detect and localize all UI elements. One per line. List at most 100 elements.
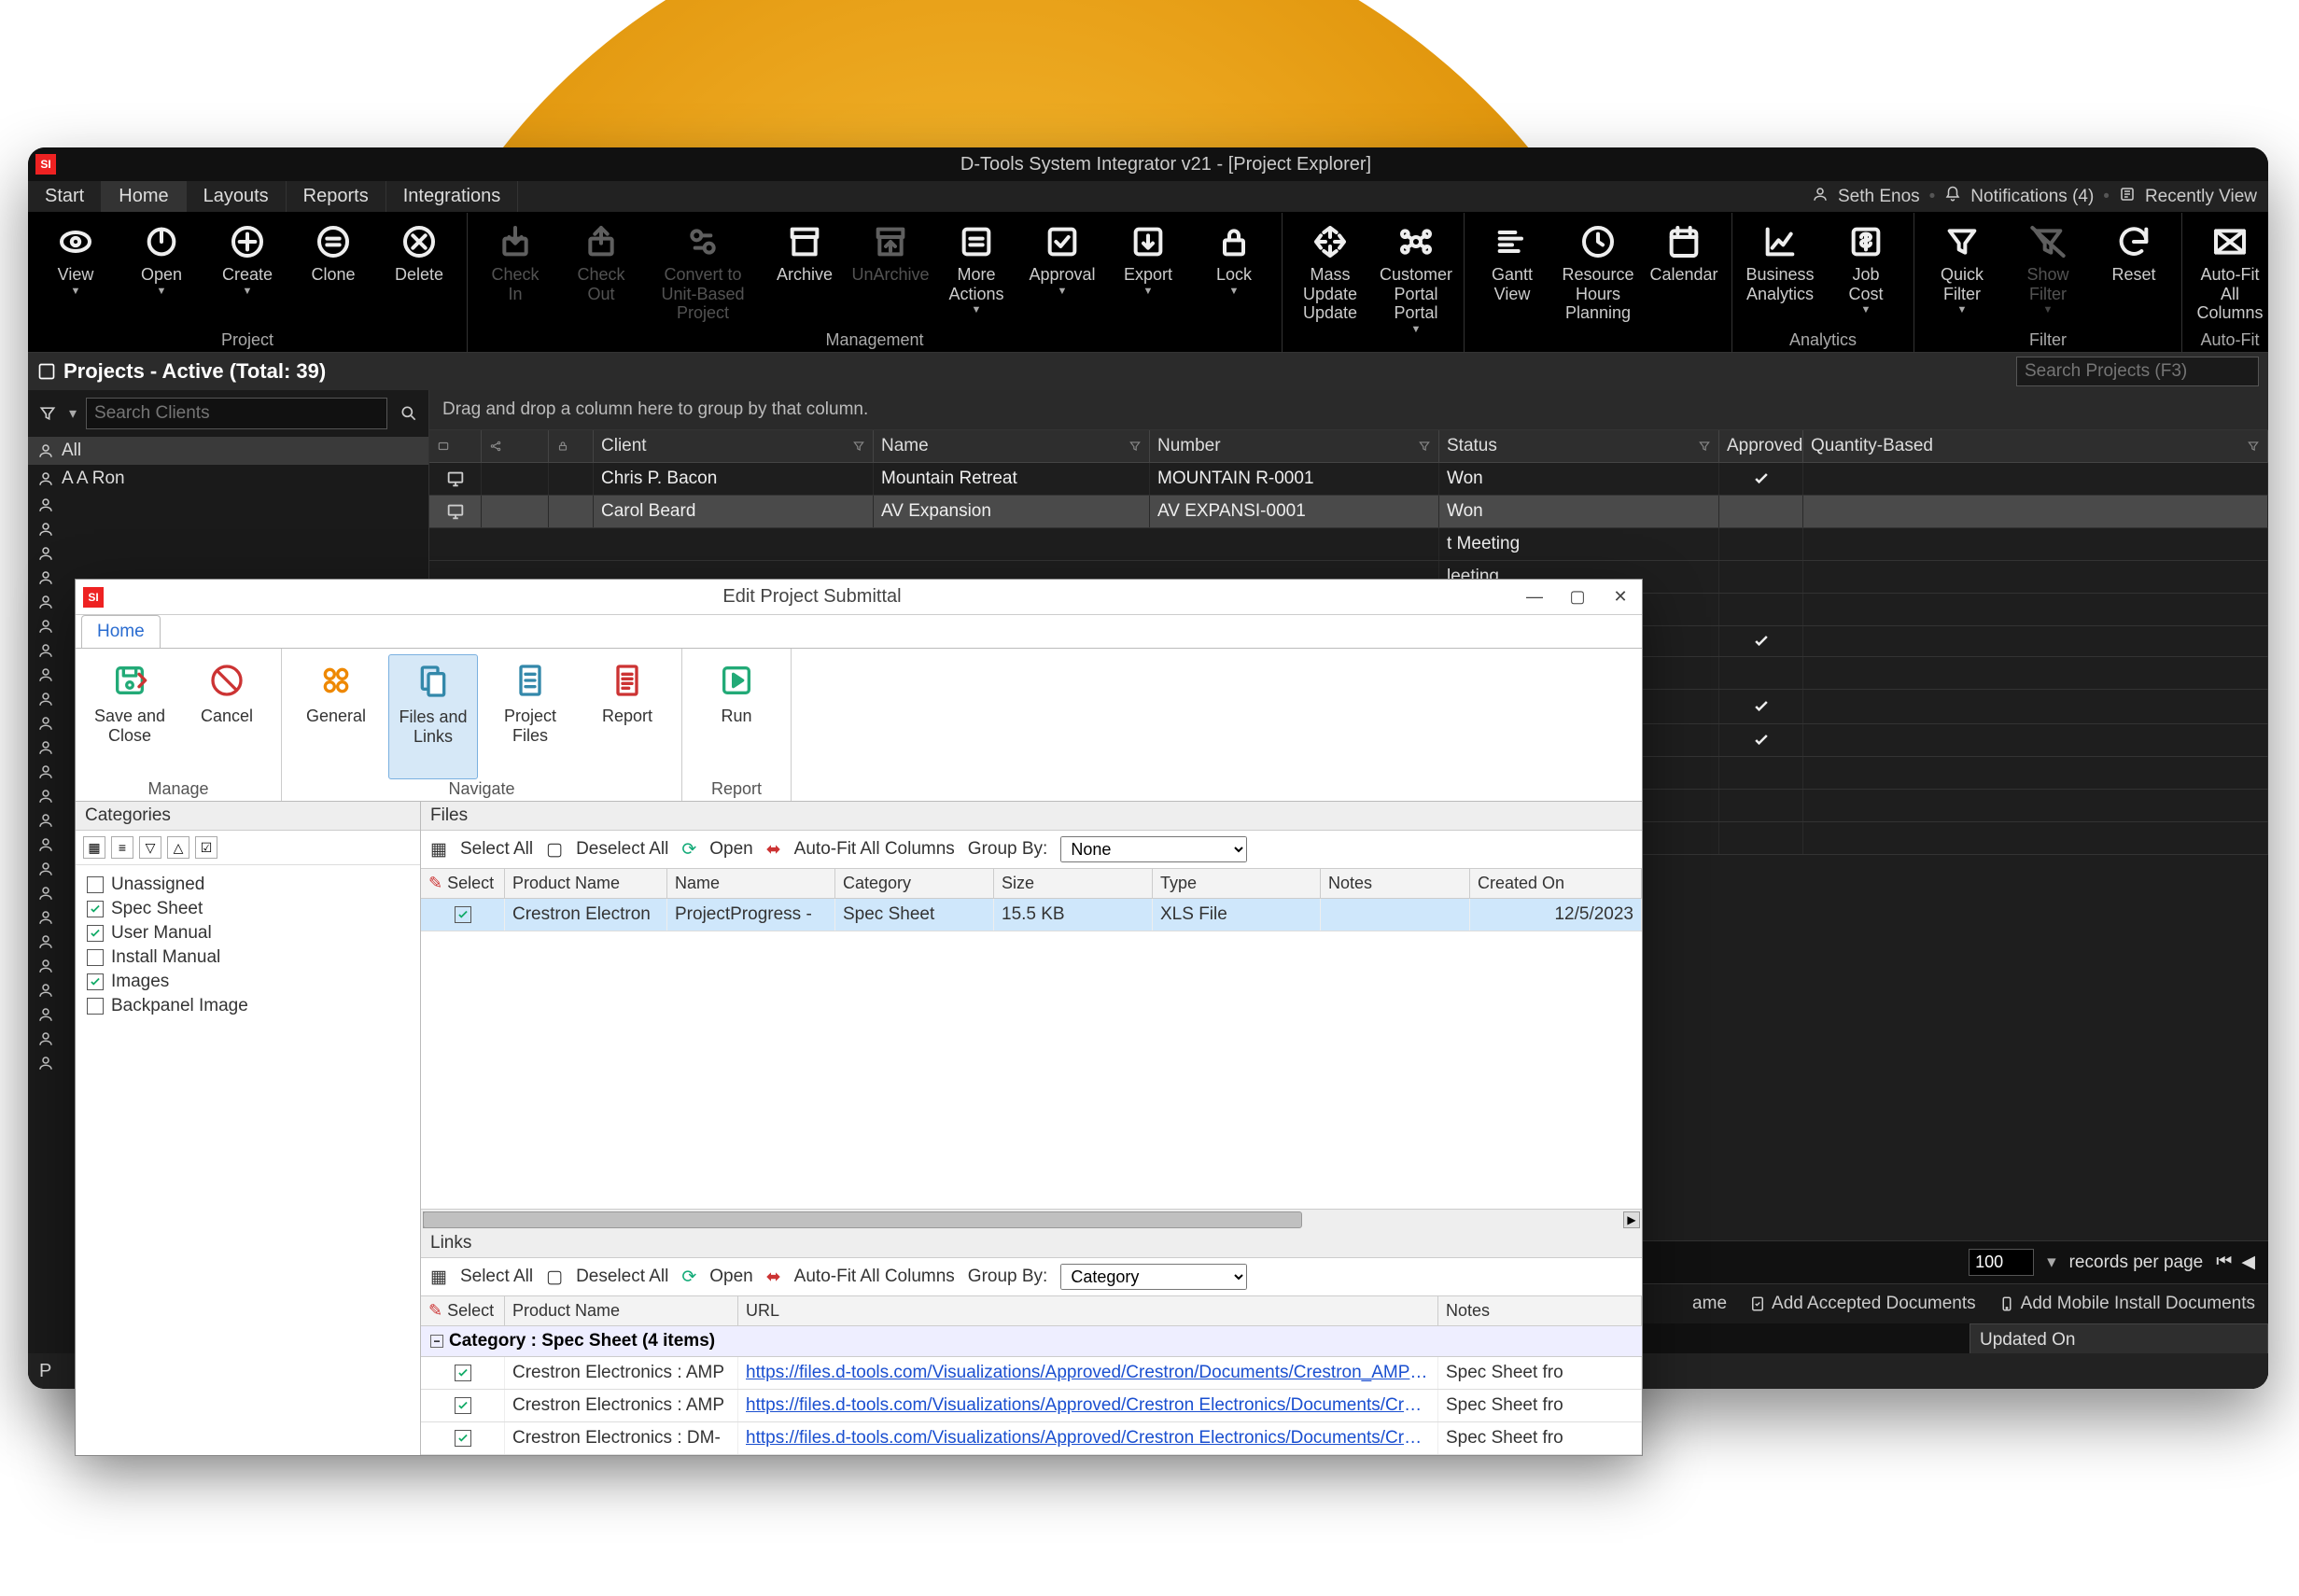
projectfiles-button[interactable]: ProjectFiles <box>485 654 575 779</box>
links-deselect-all-icon[interactable]: ▢ <box>546 1267 563 1288</box>
unarchive-button[interactable]: UnArchive <box>850 218 931 329</box>
report-button[interactable]: Report <box>582 654 672 779</box>
bi-button[interactable]: BusinessAnalytics <box>1740 218 1820 329</box>
files-autofit-button[interactable]: Auto-Fit All Columns <box>794 839 955 860</box>
table-row[interactable]: t Meeting <box>429 528 2268 561</box>
link-row[interactable]: Crestron Electronics : DM-https://files.… <box>421 1422 1642 1455</box>
archive-button[interactable]: Archive <box>764 218 845 329</box>
files-scrollbar[interactable]: ◀ ▶ <box>421 1209 1642 1229</box>
delete-button[interactable]: Delete <box>379 218 459 329</box>
category-checkbox[interactable]: User Manual <box>87 921 409 945</box>
links-col-select[interactable]: ✎ Select <box>421 1296 505 1325</box>
sub-tab-home[interactable]: Home <box>81 615 161 648</box>
link-select[interactable] <box>421 1390 505 1421</box>
tab-home[interactable]: Home <box>102 181 186 212</box>
files-col-notes[interactable]: Notes <box>1321 869 1470 898</box>
checkout-button[interactable]: CheckOut <box>561 218 641 329</box>
category-checkbox[interactable]: Images <box>87 970 409 994</box>
select-all-small-icon[interactable]: ▦ <box>430 839 447 861</box>
category-checkbox[interactable]: Unassigned <box>87 873 409 897</box>
showfilter-button[interactable]: ShowFilter▼ <box>2008 218 2088 329</box>
files-col-select[interactable]: ✎ Select <box>421 869 505 898</box>
col-blank2[interactable] <box>482 430 549 462</box>
deselect-all-small-icon[interactable]: ▢ <box>546 839 563 861</box>
category-checkbox[interactable]: Spec Sheet <box>87 897 409 921</box>
moreactions-button[interactable]: MoreActions▼ <box>936 218 1016 329</box>
customerportal-button[interactable]: CustomerPortalPortal▼ <box>1376 218 1456 348</box>
files-col-type[interactable]: Type <box>1153 869 1321 898</box>
col-client[interactable]: Client <box>594 430 874 462</box>
recently-viewed-link[interactable]: Recently View <box>2145 187 2257 207</box>
view-list-icon[interactable]: ≡ <box>111 836 133 859</box>
files-col-size[interactable]: Size <box>994 869 1153 898</box>
links-col-notes[interactable]: Notes <box>1438 1296 1642 1325</box>
link-row[interactable]: Crestron Electronics : AMPhttps://files.… <box>421 1357 1642 1390</box>
massupdate-button[interactable]: MassUpdateUpdate <box>1290 218 1370 348</box>
expand-icon[interactable]: △ <box>167 836 189 859</box>
links-col-url[interactable]: URL <box>738 1296 1438 1325</box>
sidebar-item[interactable] <box>28 493 428 517</box>
files-open-button[interactable]: Open <box>709 839 752 860</box>
col-number[interactable]: Number <box>1150 430 1439 462</box>
search-clients-input[interactable] <box>86 398 387 429</box>
link-select[interactable] <box>421 1357 505 1389</box>
scroll-thumb[interactable] <box>423 1211 1302 1228</box>
sidebar-item[interactable]: All <box>28 437 428 465</box>
reset-button[interactable]: Reset <box>2094 218 2174 329</box>
files-col-product[interactable]: Product Name <box>505 869 667 898</box>
gantt-button[interactable]: GanttView <box>1472 218 1552 348</box>
quickfilter-button[interactable]: QuickFilter▼ <box>1922 218 2002 329</box>
pager-prev-icon[interactable]: ◀ <box>2241 1252 2255 1273</box>
tab-reports[interactable]: Reports <box>287 181 386 212</box>
lock-button[interactable]: Lock▼ <box>1194 218 1274 329</box>
calendar-button[interactable]: Calendar <box>1644 218 1724 348</box>
tab-start[interactable]: Start <box>28 181 102 212</box>
approval-button[interactable]: Approval▼ <box>1022 218 1102 329</box>
notifications-link[interactable]: Notifications (4) <box>1970 187 2094 207</box>
export-button[interactable]: Export▼ <box>1108 218 1188 329</box>
col-approved[interactable]: Approved <box>1719 430 1803 462</box>
filter-icon[interactable] <box>35 401 60 426</box>
filter-dropdown-icon[interactable]: ▾ <box>69 404 77 423</box>
jobcost-button[interactable]: JobCost▼ <box>1826 218 1906 329</box>
links-col-product[interactable]: Product Name <box>505 1296 738 1325</box>
files-select-all-button[interactable]: Select All <box>460 839 533 860</box>
files-col-category[interactable]: Category <box>835 869 994 898</box>
add-mobile-button[interactable]: Add Mobile Install Documents <box>1998 1294 2255 1314</box>
resource-button[interactable]: ResourceHoursPlanning <box>1558 218 1638 348</box>
links-deselect-all-button[interactable]: Deselect All <box>576 1267 668 1287</box>
table-row[interactable]: Chris P. BaconMountain RetreatMOUNTAIN R… <box>429 463 2268 496</box>
col-status[interactable]: Status <box>1439 430 1719 462</box>
files-deselect-all-button[interactable]: Deselect All <box>576 839 668 860</box>
links-autofit-icon[interactable]: ⬌ <box>766 1267 781 1288</box>
files-col-created[interactable]: Created On <box>1470 869 1642 898</box>
tab-layouts[interactable]: Layouts <box>187 181 287 212</box>
checkin-button[interactable]: CheckIn <box>475 218 555 329</box>
table-row[interactable]: Carol BeardAV ExpansionAV EXPANSI-0001Wo… <box>429 496 2268 528</box>
page-size-input[interactable] <box>1969 1249 2034 1276</box>
link-row[interactable]: Crestron Electronics : AMPhttps://files.… <box>421 1390 1642 1422</box>
file-select[interactable] <box>421 899 505 931</box>
search-projects-input[interactable] <box>2016 357 2259 386</box>
check-all-icon[interactable]: ☑ <box>195 836 217 859</box>
links-refresh-icon[interactable]: ⟳ <box>681 1267 696 1288</box>
view-button[interactable]: View▼ <box>35 218 116 329</box>
tab-integrations[interactable]: Integrations <box>386 181 519 212</box>
general-button[interactable]: General <box>291 654 381 779</box>
scroll-right-icon[interactable]: ▶ <box>1623 1211 1640 1228</box>
links-open-button[interactable]: Open <box>709 1267 752 1287</box>
link-select[interactable] <box>421 1422 505 1454</box>
link-url[interactable]: https://files.d-tools.com/Visualizations… <box>738 1422 1438 1454</box>
sidebar-item[interactable] <box>28 517 428 541</box>
sidebar-item[interactable]: A A Ron <box>28 465 428 493</box>
file-row[interactable]: Crestron ElectronProjectProgress -Spec S… <box>421 899 1642 931</box>
pager-first-icon[interactable]: ⏮ <box>2216 1252 2232 1273</box>
autofit-small-icon[interactable]: ⬌ <box>766 839 781 861</box>
convert-button[interactable]: Convert toUnit-BasedProject <box>647 218 759 329</box>
files-groupby-select[interactable]: None <box>1060 836 1247 862</box>
view-grid-icon[interactable]: ▦ <box>83 836 105 859</box>
open-button[interactable]: Open▼ <box>121 218 202 329</box>
links-select-all-icon[interactable]: ▦ <box>430 1267 447 1288</box>
category-checkbox[interactable]: Backpanel Image <box>87 994 409 1018</box>
add-accepted-button[interactable]: Add Accepted Documents <box>1749 1294 1976 1314</box>
